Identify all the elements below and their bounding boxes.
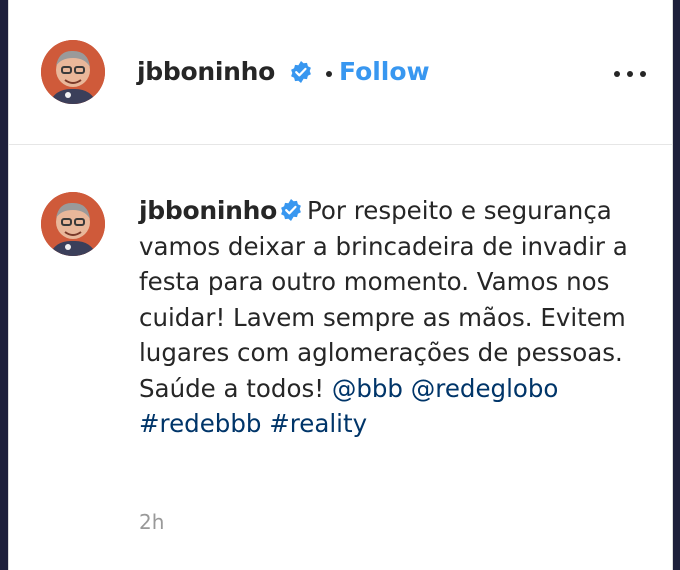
- verified-badge-icon: [291, 61, 311, 83]
- more-dot: [627, 71, 633, 77]
- post-username[interactable]: jbboninho: [137, 56, 275, 88]
- comment-body: Por respeito e segurança vamos deixar a …: [139, 196, 628, 403]
- verified-badge-icon: [281, 199, 301, 221]
- avatar-image: [41, 192, 105, 256]
- hashtag-link[interactable]: #reality: [269, 409, 367, 438]
- avatar-image: [41, 40, 105, 104]
- avatar[interactable]: [41, 40, 105, 104]
- avatar[interactable]: [41, 192, 105, 256]
- more-dot: [640, 71, 646, 77]
- follow-button[interactable]: Follow: [339, 56, 430, 88]
- comment-username[interactable]: jbboninho: [139, 196, 277, 225]
- caption-comment: jbboninho Por respeito e segurança vamos…: [9, 145, 672, 570]
- hashtag-link[interactable]: #redebbb: [139, 409, 261, 438]
- mention-link[interactable]: @bbb: [332, 374, 403, 403]
- more-options-icon[interactable]: [612, 70, 648, 78]
- timestamp[interactable]: 2h: [139, 510, 164, 534]
- mention-link[interactable]: @redeglobo: [411, 374, 559, 403]
- caption-text: jbboninho Por respeito e segurança vamos…: [139, 193, 629, 442]
- post-header: jbboninho Follow: [9, 0, 672, 145]
- post-card: jbboninho Follow jbboninho Por respeito …: [8, 0, 673, 570]
- more-dot: [614, 71, 620, 77]
- separator-dot: [326, 71, 332, 77]
